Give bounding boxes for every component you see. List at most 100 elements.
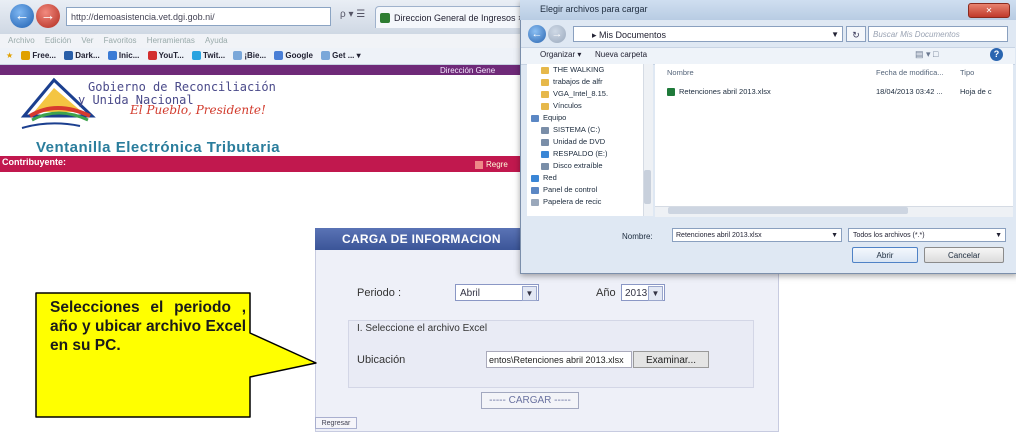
menu-item-favoritos[interactable]: Favoritos bbox=[104, 36, 137, 45]
nav-item[interactable]: THE WALKING bbox=[541, 64, 604, 75]
favorite-icon bbox=[192, 51, 202, 61]
favorite-link[interactable]: YouT... bbox=[147, 51, 184, 61]
cancel-button[interactable]: Cancelar bbox=[924, 247, 1004, 263]
address-tools-icon[interactable]: ρ ▾ ☰ bbox=[340, 9, 365, 20]
nav-item-label: trabajos de alfr bbox=[553, 77, 603, 86]
browser-tab[interactable]: Direccion General de Ingresos × bbox=[375, 6, 525, 28]
favorite-link[interactable]: Twit... bbox=[192, 51, 225, 61]
nav-item[interactable]: SISTEMA (C:) bbox=[541, 124, 600, 135]
nav-item-label: RESPALDO (E:) bbox=[553, 149, 608, 158]
menu-item-herramientas[interactable]: Herramientas bbox=[147, 36, 195, 45]
file-type-filter[interactable]: Todos los archivos (*.*) ▼ bbox=[848, 228, 1006, 242]
menu-item-edicion[interactable]: Edición bbox=[45, 36, 71, 45]
favorite-link[interactable]: Free... bbox=[21, 51, 56, 61]
regresar-top-label: Regre bbox=[486, 160, 508, 169]
favorite-icon bbox=[64, 51, 74, 61]
menu-item-ayuda[interactable]: Ayuda bbox=[205, 36, 228, 45]
chevron-down-icon[interactable]: ▼ bbox=[522, 286, 537, 301]
help-icon[interactable]: ? bbox=[990, 48, 1003, 61]
dialog-path-bar[interactable]: ▸ Mis Documentos ▼ bbox=[573, 26, 843, 42]
nombre-label: Nombre: bbox=[622, 232, 653, 241]
anio-label: Año bbox=[596, 287, 616, 299]
periodo-select[interactable]: Abril ▼ bbox=[455, 284, 539, 301]
favorite-link[interactable]: Get ... ▾ bbox=[321, 51, 361, 61]
anio-select[interactable]: 2013 ▼ bbox=[621, 284, 665, 301]
tab-title: Direccion General de Ingresos × bbox=[394, 13, 524, 23]
open-button[interactable]: Abrir bbox=[852, 247, 918, 263]
dialog-search-input[interactable]: Buscar Mis Documentos bbox=[868, 26, 1008, 42]
address-bar[interactable]: http://demoasistencia.vet.dgi.gob.ni/ bbox=[66, 7, 331, 26]
path-label: ▸ Mis Documentos bbox=[592, 30, 667, 40]
nav-item-label: Panel de control bbox=[543, 185, 598, 194]
recycle-bin-icon bbox=[531, 198, 539, 206]
nav-scrollbar-thumb[interactable] bbox=[644, 170, 651, 204]
forward-arrow-icon[interactable]: → bbox=[548, 25, 566, 43]
dialog-title: Elegir archivos para cargar bbox=[540, 4, 648, 14]
favorite-link[interactable]: ¡Bie... bbox=[233, 51, 266, 61]
file-name-input[interactable]: Retenciones abril 2013.xlsx ▼ bbox=[672, 228, 842, 242]
column-header-fecha[interactable]: Fecha de modifica... bbox=[876, 68, 944, 77]
chevron-down-icon[interactable]: ▼ bbox=[831, 229, 838, 243]
forward-arrow-icon[interactable]: → bbox=[36, 4, 60, 28]
drive-icon bbox=[541, 126, 549, 134]
close-icon[interactable]: ✕ bbox=[968, 3, 1010, 18]
favorite-link[interactable]: Google bbox=[274, 51, 313, 61]
drive-icon bbox=[541, 150, 549, 158]
nav-strip-text[interactable]: Dirección Gene bbox=[440, 66, 495, 75]
file-date: 18/04/2013 03:42 ... bbox=[876, 87, 943, 96]
cargar-button[interactable]: ----- CARGAR ----- bbox=[481, 392, 579, 409]
file-row[interactable]: Retenciones abril 2013.xlsx 18/04/2013 0… bbox=[667, 86, 1007, 97]
removable-disk-icon bbox=[541, 162, 549, 170]
nav-item[interactable]: RESPALDO (E:) bbox=[541, 148, 607, 159]
favorite-icon bbox=[21, 51, 31, 61]
nav-item[interactable]: trabajos de alfr bbox=[541, 76, 603, 87]
nav-item[interactable]: VGA_Intel_8.15. bbox=[541, 88, 608, 99]
favorite-link[interactable]: Dark... bbox=[64, 51, 100, 61]
ubicacion-label: Ubicación bbox=[357, 354, 406, 366]
favorite-icon bbox=[147, 51, 157, 61]
folder-icon bbox=[541, 102, 549, 110]
nav-item[interactable]: Unidad de DVD bbox=[541, 136, 605, 147]
chevron-down-icon[interactable]: ▼ bbox=[648, 286, 663, 301]
nav-item[interactable]: Disco extraíble bbox=[541, 160, 603, 171]
chevron-down-icon[interactable]: ▼ bbox=[831, 27, 839, 43]
file-path-input[interactable]: entos\Retenciones abril 2013.xlsx bbox=[486, 351, 632, 368]
back-arrow-icon[interactable]: ← bbox=[528, 25, 546, 43]
nav-item[interactable]: Equipo bbox=[531, 112, 566, 123]
menu-bar: Archivo Edición Ver Favoritos Herramient… bbox=[0, 34, 525, 48]
horizontal-scrollbar-thumb[interactable] bbox=[668, 207, 908, 214]
favorites-star-icon[interactable]: ★ bbox=[6, 51, 13, 60]
organizar-button[interactable]: Organizar ▾ bbox=[540, 50, 581, 59]
column-header-tipo[interactable]: Tipo bbox=[960, 68, 974, 77]
favorite-icon bbox=[107, 51, 117, 61]
nav-item-label: Vínculos bbox=[553, 101, 582, 110]
refresh-icon[interactable]: ↻ bbox=[846, 26, 866, 42]
view-options-icon[interactable]: ▤ ▾ □ bbox=[915, 49, 938, 60]
network-icon bbox=[531, 174, 539, 182]
examinar-button[interactable]: Examinar... bbox=[633, 351, 709, 368]
back-arrow-icon[interactable]: ← bbox=[10, 4, 34, 28]
nav-item[interactable]: Red bbox=[531, 172, 557, 183]
folder-icon bbox=[541, 78, 549, 86]
folder-icon bbox=[541, 90, 549, 98]
regresar-top-button[interactable]: Regre bbox=[475, 158, 523, 171]
nueva-carpeta-button[interactable]: Nueva carpeta bbox=[595, 50, 647, 59]
folder-icon bbox=[541, 66, 549, 74]
slogan: El Pueblo, Presidente! bbox=[130, 103, 266, 117]
menu-item-archivo[interactable]: Archivo bbox=[8, 36, 35, 45]
column-header-nombre[interactable]: Nombre bbox=[667, 68, 694, 77]
back-icon bbox=[475, 160, 483, 169]
regresar-button[interactable]: Regresar bbox=[315, 417, 357, 429]
nav-item-label: Papelera de recic bbox=[543, 197, 602, 206]
nav-item-label: Disco extraíble bbox=[553, 161, 603, 170]
nav-item[interactable]: Panel de control bbox=[531, 184, 597, 195]
government-name-line1: Gobierno de Reconciliación bbox=[88, 80, 276, 94]
chevron-down-icon[interactable]: ▼ bbox=[995, 229, 1002, 243]
excel-file-icon bbox=[667, 88, 675, 97]
nav-item[interactable]: Vínculos bbox=[541, 100, 582, 111]
periodo-value: Abril bbox=[460, 288, 481, 299]
menu-item-ver[interactable]: Ver bbox=[81, 36, 93, 45]
favorite-link[interactable]: Inic... bbox=[107, 51, 139, 61]
nav-item[interactable]: Papelera de recic bbox=[531, 196, 601, 207]
favorite-icon bbox=[233, 51, 243, 61]
